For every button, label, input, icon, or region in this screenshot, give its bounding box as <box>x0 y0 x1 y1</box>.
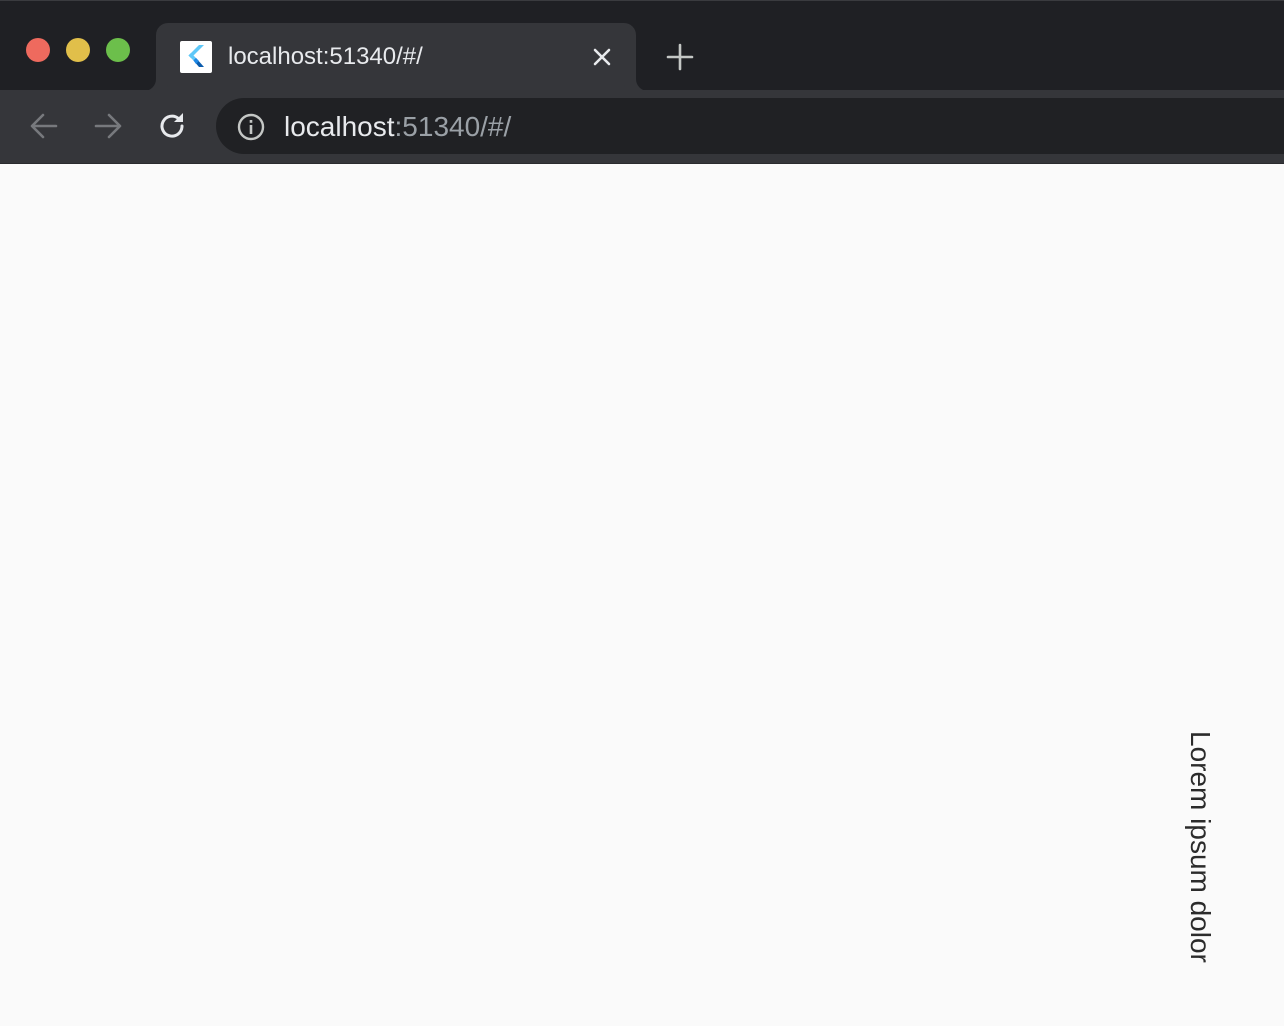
address-bar[interactable]: localhost:51340/#/ <box>216 98 1284 154</box>
url-host: localhost <box>284 111 395 142</box>
new-tab-icon[interactable] <box>664 41 696 73</box>
tab-active[interactable]: localhost:51340/#/ <box>156 23 636 91</box>
close-tab-icon[interactable] <box>588 43 616 71</box>
browser-window: localhost:51340/#/ localhost:51340/#/ Lo… <box>0 0 1284 1026</box>
zoom-window-button[interactable] <box>106 38 130 62</box>
url-path: :51340/#/ <box>394 111 512 142</box>
close-window-button[interactable] <box>26 38 50 62</box>
site-info-icon[interactable] <box>236 112 266 142</box>
reload-icon[interactable] <box>156 110 188 142</box>
back-arrow-icon[interactable] <box>28 110 60 142</box>
title-bar: localhost:51340/#/ <box>0 0 1284 91</box>
page-content: Lorem ipsum dolor <box>0 164 1284 1026</box>
tab-title: localhost:51340/#/ <box>228 43 423 70</box>
forward-arrow-icon[interactable] <box>92 110 124 142</box>
vertical-label: Lorem ipsum dolor <box>1185 731 1216 963</box>
toolbar: localhost:51340/#/ <box>0 90 1284 164</box>
url-text[interactable]: localhost:51340/#/ <box>284 111 511 143</box>
flutter-logo-icon <box>180 41 212 73</box>
minimize-window-button[interactable] <box>66 38 90 62</box>
